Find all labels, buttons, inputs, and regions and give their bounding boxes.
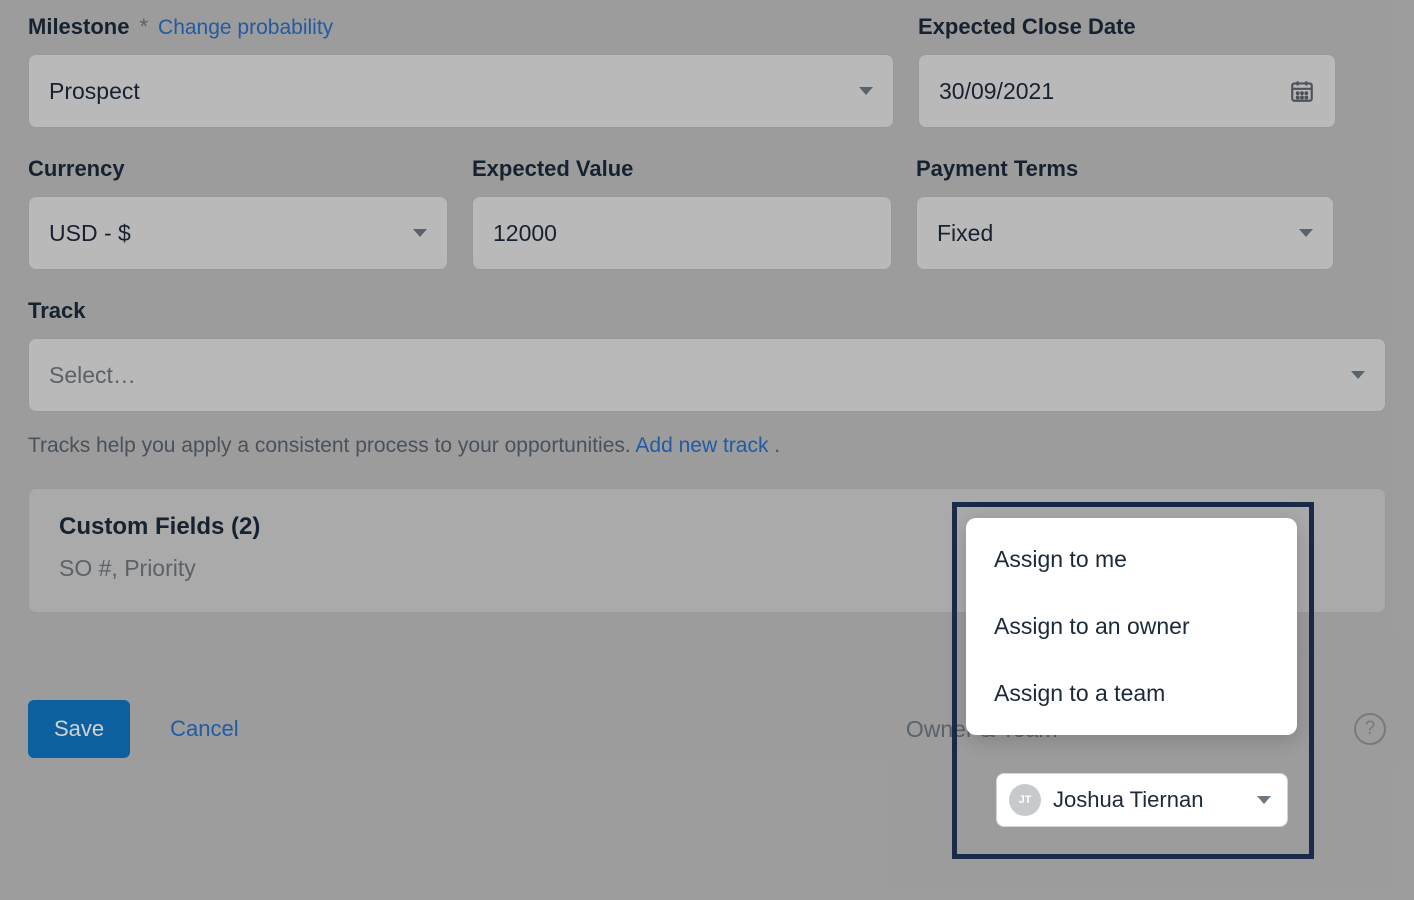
currency-label: Currency <box>28 156 125 182</box>
payment-terms-label: Payment Terms <box>916 156 1078 182</box>
add-new-track-link[interactable]: Add new track <box>635 434 768 457</box>
track-help-text: Tracks help you apply a consistent proce… <box>28 434 1386 458</box>
chevron-down-icon <box>1351 371 1365 379</box>
assign-to-team-item[interactable]: Assign to a team <box>966 660 1297 727</box>
assign-to-owner-item[interactable]: Assign to an owner <box>966 593 1297 660</box>
expected-value-input[interactable]: 12000 <box>472 196 892 270</box>
chevron-down-icon <box>413 229 427 237</box>
payment-terms-select[interactable]: Fixed <box>916 196 1334 270</box>
expected-close-date-input[interactable]: 30/09/2021 <box>918 54 1336 128</box>
currency-select[interactable]: USD - $ <box>28 196 448 270</box>
chevron-down-icon <box>1257 796 1271 804</box>
expected-close-date-field: Expected Close Date 30/09/2021 <box>918 14 1336 128</box>
chevron-down-icon <box>1299 229 1313 237</box>
calendar-icon <box>1289 78 1315 104</box>
milestone-select[interactable]: Prospect <box>28 54 894 128</box>
milestone-field: Milestone * Change probability Prospect <box>28 14 894 128</box>
payment-terms-field: Payment Terms Fixed <box>916 156 1334 270</box>
expected-close-date-label: Expected Close Date <box>918 14 1136 40</box>
assign-to-me-item[interactable]: Assign to me <box>966 526 1297 593</box>
payment-terms-value: Fixed <box>937 220 1299 247</box>
chevron-down-icon <box>859 87 873 95</box>
milestone-value: Prospect <box>49 78 859 105</box>
expected-close-date-value: 30/09/2021 <box>939 78 1289 105</box>
owner-name: Joshua Tiernan <box>1053 787 1245 813</box>
help-icon[interactable]: ? <box>1354 713 1386 745</box>
required-marker: * <box>139 14 148 40</box>
track-placeholder: Select… <box>49 362 1351 389</box>
currency-field: Currency USD - $ <box>28 156 448 270</box>
cancel-button[interactable]: Cancel <box>170 716 238 742</box>
change-probability-link[interactable]: Change probability <box>158 16 333 40</box>
owner-avatar: JT <box>1009 784 1041 816</box>
track-label: Track <box>28 298 86 324</box>
owner-chip[interactable]: JT Joshua Tiernan <box>996 773 1288 827</box>
expected-value-value: 12000 <box>493 220 871 247</box>
track-select[interactable]: Select… <box>28 338 1386 412</box>
save-button[interactable]: Save <box>28 700 130 758</box>
currency-value: USD - $ <box>49 220 413 247</box>
assign-menu: Assign to me Assign to an owner Assign t… <box>966 518 1297 735</box>
track-field: Track Select… <box>28 298 1386 412</box>
expected-value-label: Expected Value <box>472 156 633 182</box>
expected-value-field: Expected Value 12000 <box>472 156 892 270</box>
milestone-label: Milestone <box>28 14 129 40</box>
